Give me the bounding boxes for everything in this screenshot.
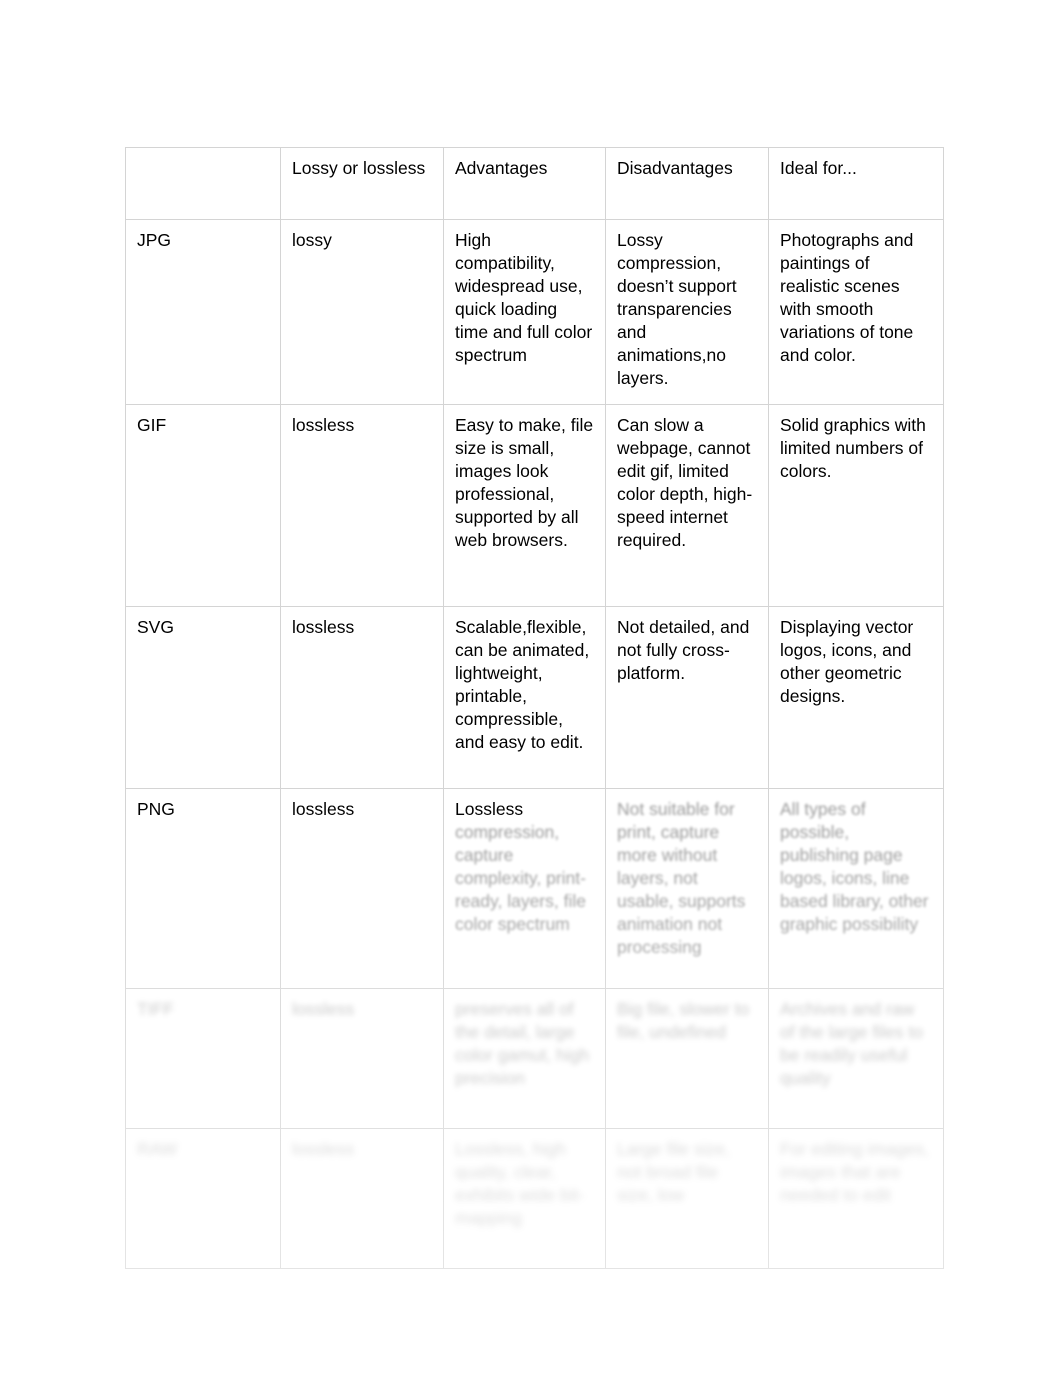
cell-lossy: lossless — [280, 1128, 444, 1269]
cell-format: TIFF — [125, 988, 281, 1129]
document-page: Lossy or lossless Advantages Disadvantag… — [0, 0, 1062, 1377]
header-label-advantages: Advantages — [455, 158, 548, 178]
cell-ideal: For editing images, images that are need… — [768, 1128, 944, 1269]
cell-advantages: Lossless, high quality, clear, exhibits … — [443, 1128, 606, 1269]
table-row: GIF lossless Easy to make, file size is … — [125, 404, 944, 607]
cell-format: JPG — [125, 219, 281, 405]
cell-ideal: Solid graphics with limited numbers of c… — [768, 404, 944, 607]
table-row: TIFF lossless preserves all of the detai… — [125, 988, 944, 1129]
blurred-text: TIFF — [137, 999, 174, 1019]
cell-ideal: All types of possible, publishing page l… — [768, 788, 944, 989]
cell-lossy: lossless — [280, 788, 444, 989]
header-cell-advantages: Advantages — [443, 147, 606, 220]
blurred-text: Not suitable for print, capture more wit… — [617, 799, 746, 957]
table-row: PNG lossless Lossless compression, captur… — [125, 788, 944, 989]
blurred-text: Large file size, not broad file size, lo… — [617, 1139, 730, 1205]
header-label-lossy: Lossy or lossless — [292, 158, 426, 178]
table-row: SVG lossless Scalable,flexible, can be a… — [125, 606, 944, 789]
cell-lossy: lossless — [280, 404, 444, 607]
image-format-table-wrapper: Lossy or lossless Advantages Disadvantag… — [125, 147, 944, 1269]
cell-disadvantages: Big file, slower to file, undefined — [605, 988, 769, 1129]
blurred-text: preserves all of the detail, large color… — [455, 999, 590, 1088]
blurred-text: compression, capture complexity, print-r… — [455, 822, 586, 934]
cell-format: RAW — [125, 1128, 281, 1269]
blurred-text: For editing images, images that are need… — [780, 1139, 929, 1205]
blurred-text: Big file, slower to file, undefined — [617, 999, 750, 1042]
cell-lossy: lossless — [280, 988, 444, 1129]
blurred-text: lossless — [292, 1139, 355, 1159]
blurred-text: Archives and raw of the large files to b… — [780, 999, 923, 1088]
image-format-comparison-table: Lossy or lossless Advantages Disadvantag… — [125, 147, 944, 1269]
blurred-text: All types of possible, publishing page l… — [780, 799, 929, 934]
header-cell-disadvantages: Disadvantages — [605, 147, 769, 220]
cell-advantages: Scalable,flexible, can be animated, ligh… — [443, 606, 606, 789]
blurred-text: Lossless, high quality, clear, exhibits … — [455, 1139, 585, 1228]
cell-lossy: lossy — [280, 219, 444, 405]
table-row: RAW lossless Lossless, high quality, cle… — [125, 1128, 944, 1269]
blurred-text: lossless — [292, 999, 355, 1019]
cell-disadvantages: Can slow a webpage, cannot edit gif, lim… — [605, 404, 769, 607]
header-cell-lossy: Lossy or lossless — [280, 147, 444, 220]
cell-format: GIF — [125, 404, 281, 607]
table-header-row: Lossy or lossless Advantages Disadvantag… — [125, 147, 944, 220]
cell-ideal: Photographs and paintings of realistic s… — [768, 219, 944, 405]
cell-lossy: lossless — [280, 606, 444, 789]
cell-disadvantages: Not suitable for print, capture more wit… — [605, 788, 769, 989]
cell-advantages: High compatibility, widespread use, quic… — [443, 219, 606, 405]
blurred-text: RAW — [137, 1139, 178, 1159]
cell-ideal: Displaying vector logos, icons, and othe… — [768, 606, 944, 789]
cell-disadvantages: Lossy compression, doesn’t support trans… — [605, 219, 769, 405]
cell-advantages: Lossless compression, capture complexity,… — [443, 788, 606, 989]
cell-format: PNG — [125, 788, 281, 989]
header-cell-ideal: Ideal for... — [768, 147, 944, 220]
table-row: JPG lossy High compatibility, widespread… — [125, 219, 944, 405]
header-label-ideal: Ideal for... — [780, 158, 857, 178]
cell-disadvantages: Not detailed, and not fully cross-platfo… — [605, 606, 769, 789]
cell-format: SVG — [125, 606, 281, 789]
cell-advantages: preserves all of the detail, large color… — [443, 988, 606, 1129]
cell-advantages: Easy to make, file size is small, images… — [443, 404, 606, 607]
cell-ideal: Archives and raw of the large files to b… — [768, 988, 944, 1129]
header-cell-format — [125, 147, 281, 220]
header-label-disadvantages: Disadvantages — [617, 158, 733, 178]
cell-disadvantages: Large file size, not broad file size, lo… — [605, 1128, 769, 1269]
